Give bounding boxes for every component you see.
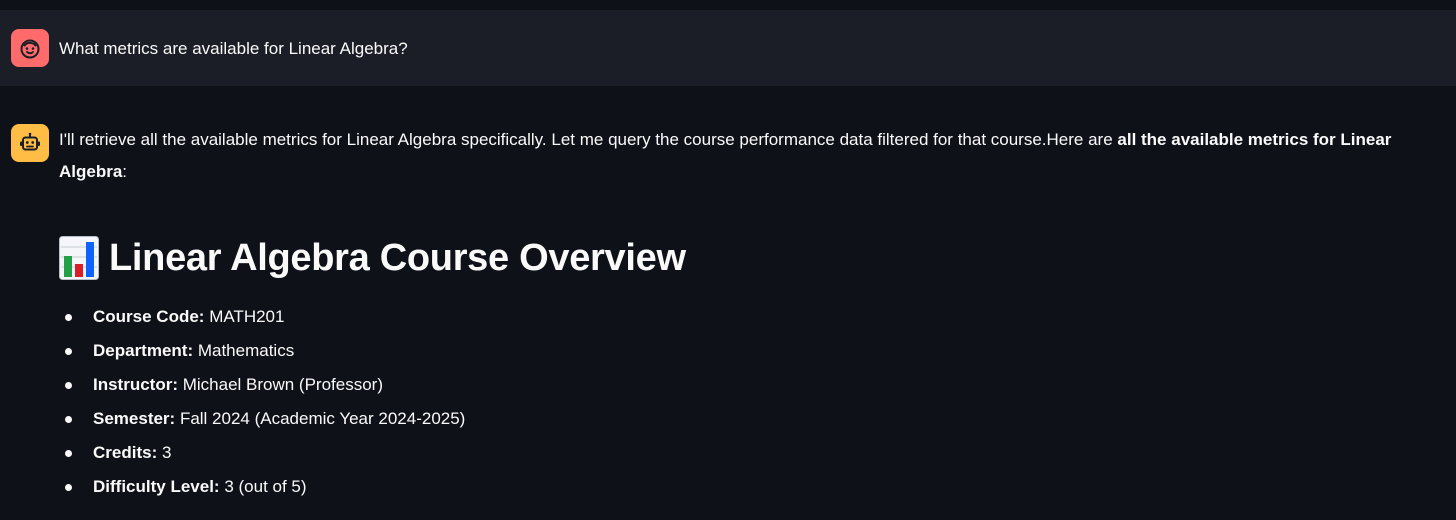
bar-chart-icon [59, 236, 99, 280]
bullet-icon [65, 314, 72, 321]
course-heading-title: Linear Algebra Course Overview [109, 237, 686, 279]
fact-value: 3 (out of 5) [219, 477, 307, 496]
fact-label: Department: [93, 341, 194, 360]
list-item: Course Code: MATH201 [59, 300, 1454, 334]
course-heading: Linear Algebra Course Overview [59, 232, 1454, 284]
chat-page: What metrics are available for Linear Al… [0, 0, 1456, 520]
course-facts-list: Course Code: MATH201 Department: Mathema… [59, 300, 1454, 504]
user-message-text: What metrics are available for Linear Al… [59, 39, 408, 58]
bullet-icon [65, 382, 72, 389]
fact-label: Difficulty Level: [93, 477, 220, 496]
fact-label: Course Code: [93, 307, 205, 326]
bullet-icon [65, 348, 72, 355]
intro-end: : [122, 162, 128, 181]
fact-label: Credits: [93, 443, 158, 462]
smiley-face-icon [20, 39, 40, 59]
user-avatar [11, 29, 49, 67]
fact-value: MATH201 [204, 307, 285, 326]
list-item: Semester: Fall 2024 (Academic Year 2024-… [59, 402, 1454, 436]
fact-value: Fall 2024 (Academic Year 2024-2025) [175, 409, 466, 428]
fact-label: Semester: [93, 409, 176, 428]
bullet-icon [65, 450, 72, 457]
list-item: Instructor: Michael Brown (Professor) [59, 368, 1454, 402]
assistant-intro: I'll retrieve all the available metrics … [59, 124, 1454, 188]
bullet-icon [65, 484, 72, 491]
list-item: Credits: 3 [59, 436, 1454, 470]
fact-value: 3 [157, 443, 172, 462]
robot-icon [20, 132, 40, 151]
list-item: Difficulty Level: 3 (out of 5) [59, 470, 1454, 504]
assistant-message: I'll retrieve all the available metrics … [59, 124, 1454, 504]
fact-value: Michael Brown (Professor) [178, 375, 384, 394]
fact-value: Mathematics [193, 341, 295, 360]
assistant-avatar [11, 124, 49, 162]
fact-label: Instructor: [93, 375, 178, 394]
bullet-icon [65, 416, 72, 423]
list-item: Department: Mathematics [59, 334, 1454, 368]
user-message: What metrics are available for Linear Al… [0, 10, 1456, 86]
intro-text: I'll retrieve all the available metrics … [59, 130, 1118, 149]
